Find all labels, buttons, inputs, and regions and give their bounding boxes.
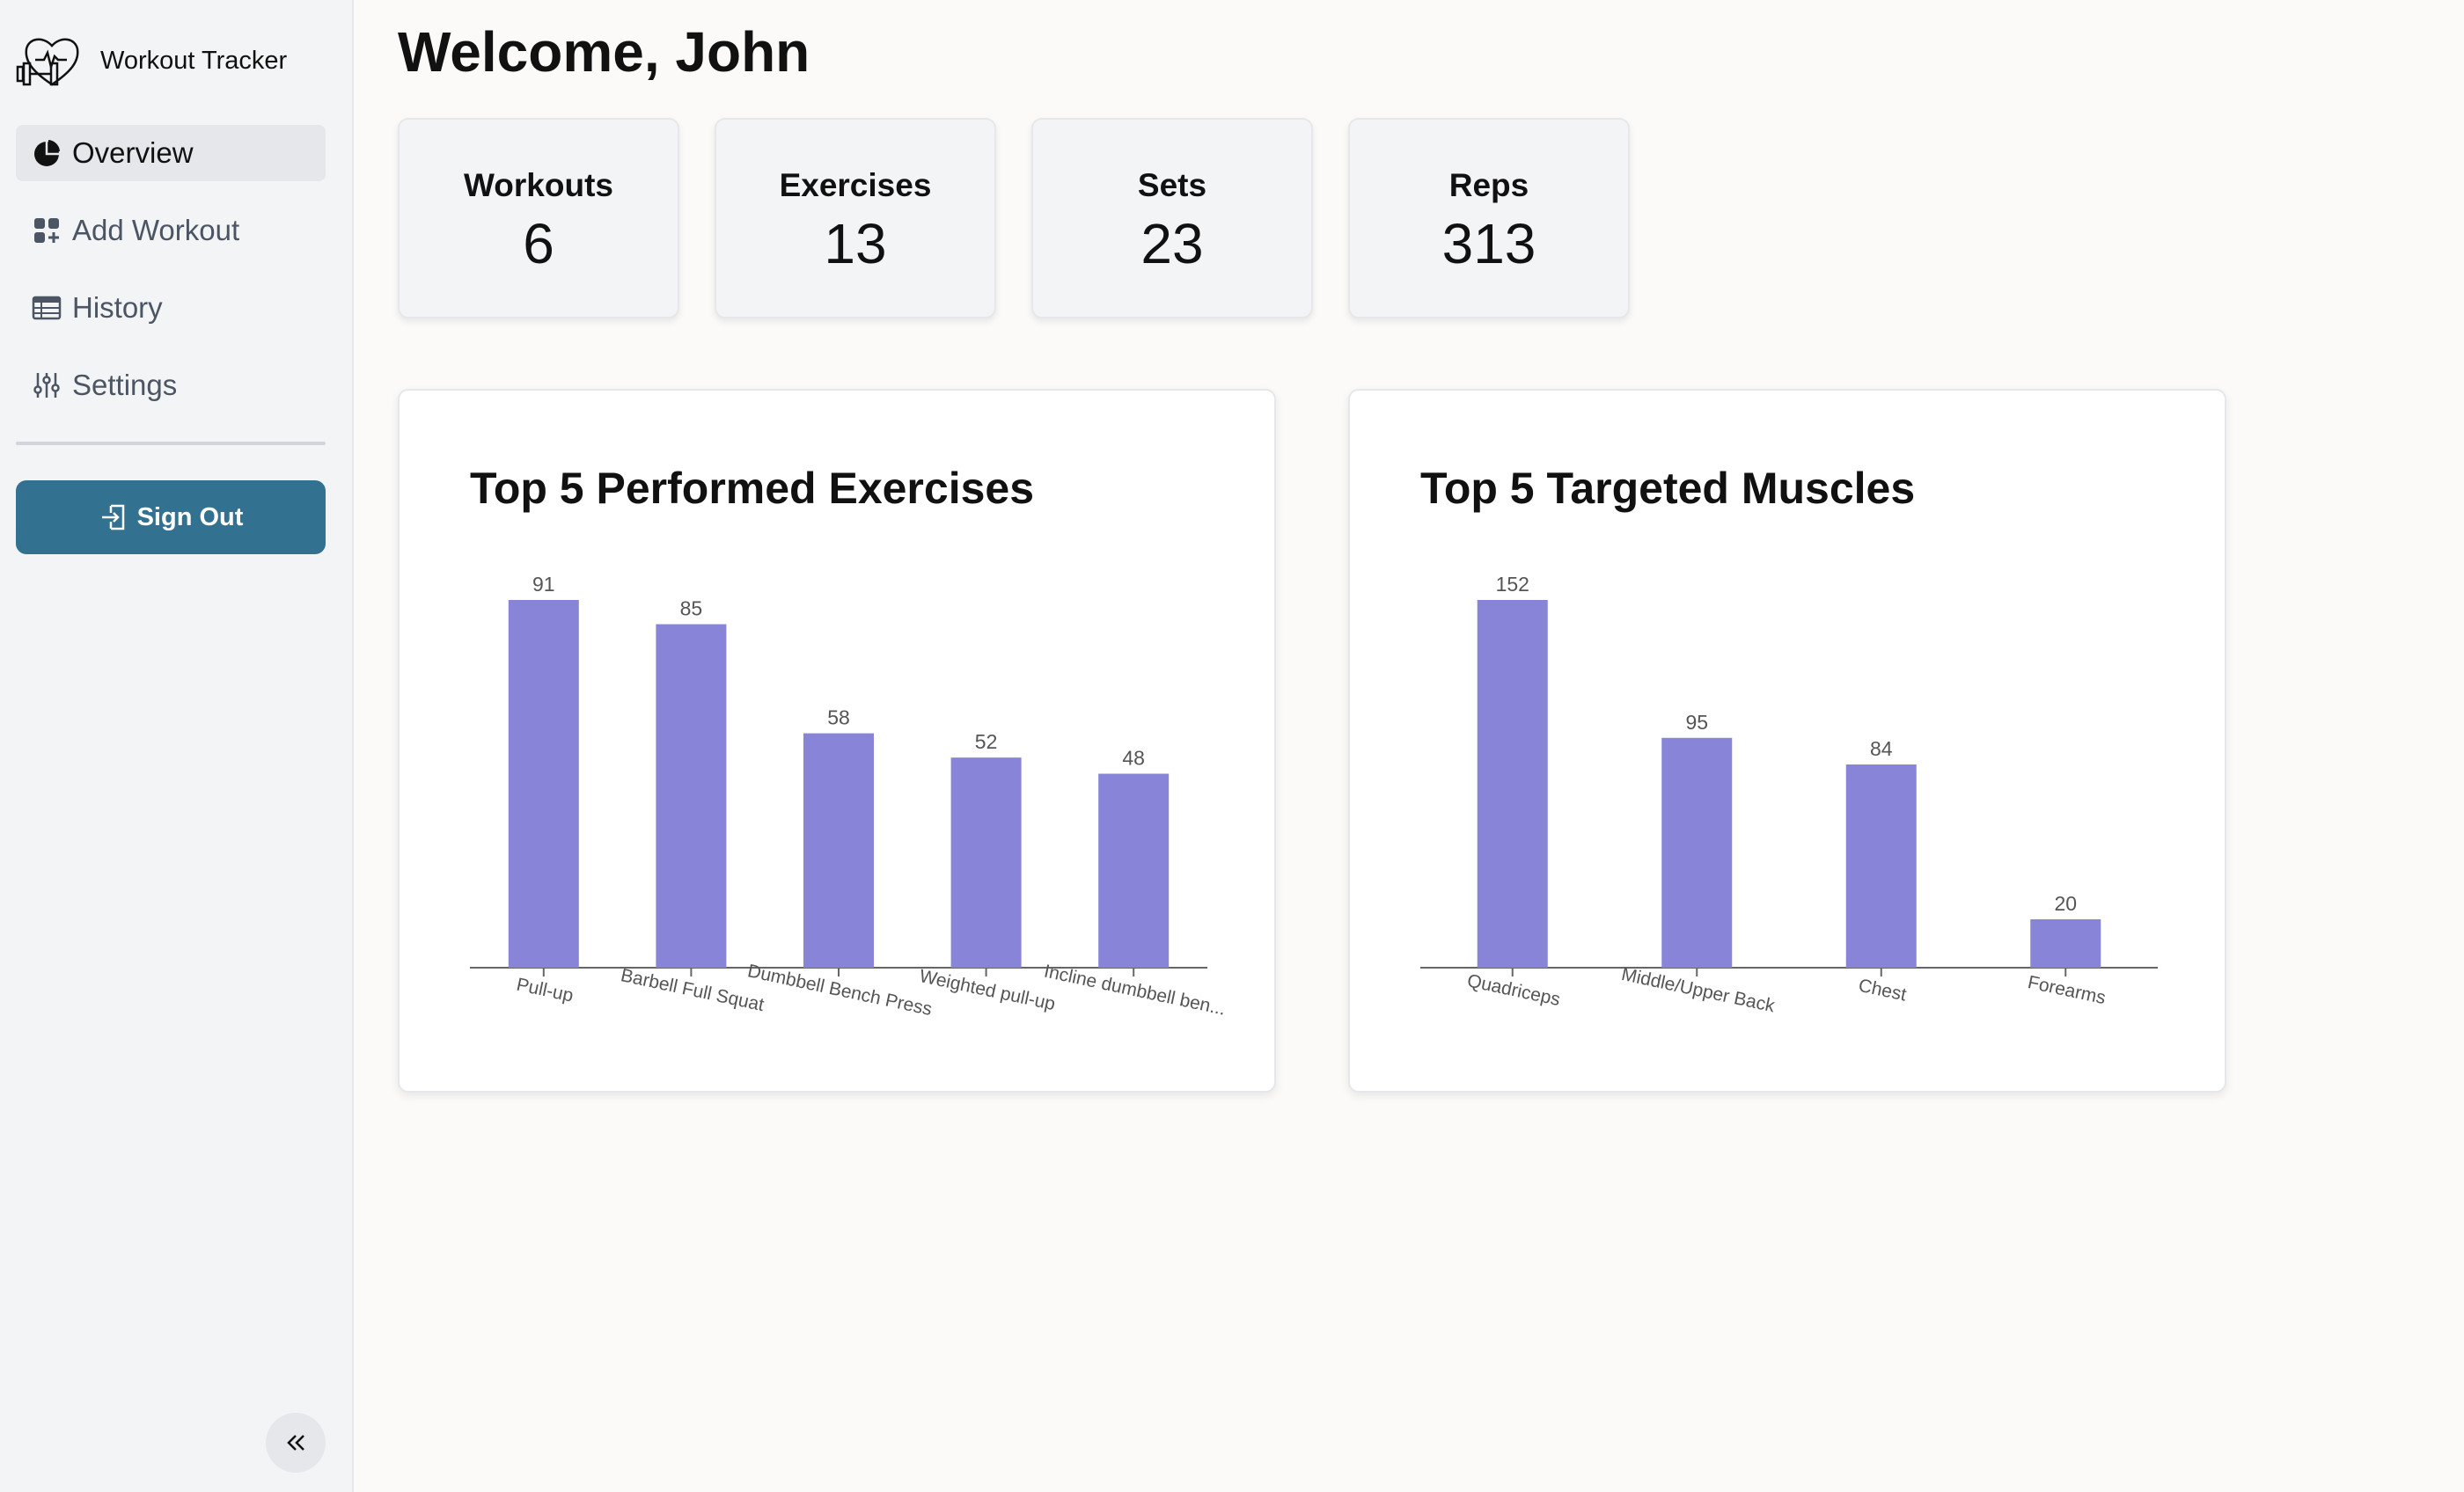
- bar: [1477, 600, 1548, 968]
- page-title: Welcome, John: [398, 20, 810, 84]
- x-tick-label: Middle/Upper Back: [1619, 964, 1777, 1016]
- sidebar-divider: [16, 442, 326, 445]
- bar: [2030, 919, 2101, 968]
- sidebar: Workout Tracker Overview Add Workout His…: [0, 0, 354, 1492]
- sliders-icon: [33, 373, 60, 398]
- stat-card-exercises: Exercises 13: [715, 118, 996, 318]
- data-label: 95: [1685, 711, 1708, 734]
- bar: [1845, 764, 1917, 968]
- chart-title: Top 5 Targeted Muscles: [1420, 464, 1916, 513]
- data-label: 152: [1496, 573, 1529, 596]
- chart-card-exercises: 91 Pull-up 85 Barbell Full Squat 58 Dumbbell …: [398, 389, 1276, 1093]
- app-title: Workout Tracker: [100, 46, 288, 75]
- stat-label: Sets: [1137, 167, 1207, 203]
- bar: [1098, 773, 1170, 968]
- sign-out-icon: [101, 504, 124, 530]
- stat-value: 13: [824, 212, 887, 275]
- stat-card-reps: Reps 313: [1348, 118, 1630, 318]
- x-tick-label: Weighted pull-up: [918, 966, 1058, 1014]
- sidebar-item-label: Add Workout: [72, 214, 240, 246]
- heart-dumbbell-logo-icon: [16, 38, 79, 86]
- collapse-sidebar-button[interactable]: [266, 1413, 326, 1473]
- x-tick-label: Barbell Full Squat: [619, 965, 766, 1015]
- stat-value: 313: [1441, 212, 1536, 275]
- data-label: 52: [975, 730, 998, 753]
- sign-out-label: Sign Out: [136, 502, 244, 531]
- grid-plus-icon: [34, 218, 59, 243]
- bar: [950, 757, 1022, 968]
- main-content: Welcome, John Workouts 6 Exercises 13 Se…: [398, 0, 2422, 1492]
- sidebar-item-add-workout[interactable]: Add Workout: [16, 202, 326, 259]
- x-tick-label: Pull-up: [515, 975, 576, 1006]
- chevrons-left-icon: [287, 1435, 304, 1451]
- sidebar-item-label: Overview: [72, 136, 194, 169]
- sidebar-item-label: Settings: [72, 369, 178, 401]
- bar: [803, 733, 874, 968]
- sidebar-item-overview[interactable]: Overview: [16, 125, 326, 181]
- stat-card-workouts: Workouts 6: [398, 118, 679, 318]
- x-tick-label: Chest: [1857, 976, 1909, 1006]
- table-icon: [32, 296, 62, 320]
- sidebar-nav: Overview Add Workout History Settings: [16, 125, 326, 435]
- bar: [656, 624, 727, 968]
- chart-card-muscles: 152 Quadriceps 95 Middle/Upper Back 84 Chest 2…: [1348, 389, 2226, 1093]
- x-tick-label: Forearms: [2026, 972, 2108, 1008]
- brand[interactable]: Workout Tracker: [16, 32, 287, 90]
- sidebar-item-settings[interactable]: Settings: [16, 357, 326, 413]
- sidebar-item-label: History: [72, 291, 163, 324]
- x-tick-label: Dumbbell Bench Press: [745, 961, 934, 1020]
- stat-label: Exercises: [779, 167, 932, 203]
- data-label: 91: [532, 573, 555, 596]
- data-label: 84: [1870, 737, 1893, 760]
- stat-value: 6: [523, 212, 554, 275]
- pie-chart-icon: [34, 140, 60, 166]
- data-label: 48: [1122, 747, 1145, 770]
- bar: [508, 600, 579, 968]
- stat-value: 23: [1140, 212, 1204, 275]
- sign-out-button[interactable]: Sign Out: [16, 480, 326, 554]
- stat-label: Workouts: [464, 167, 613, 203]
- data-label: 85: [680, 597, 703, 620]
- bar: [1661, 737, 1733, 968]
- sidebar-item-history[interactable]: History: [16, 280, 326, 336]
- x-tick-label: Quadriceps: [1465, 970, 1562, 1010]
- stat-card-sets: Sets 23: [1031, 118, 1313, 318]
- stat-label: Reps: [1448, 167, 1529, 203]
- data-label: 20: [2054, 892, 2077, 915]
- chart-title: Top 5 Performed Exercises: [470, 464, 1035, 513]
- x-tick-label: Incline dumbbell ben...: [1042, 962, 1227, 1020]
- data-label: 58: [827, 706, 850, 729]
